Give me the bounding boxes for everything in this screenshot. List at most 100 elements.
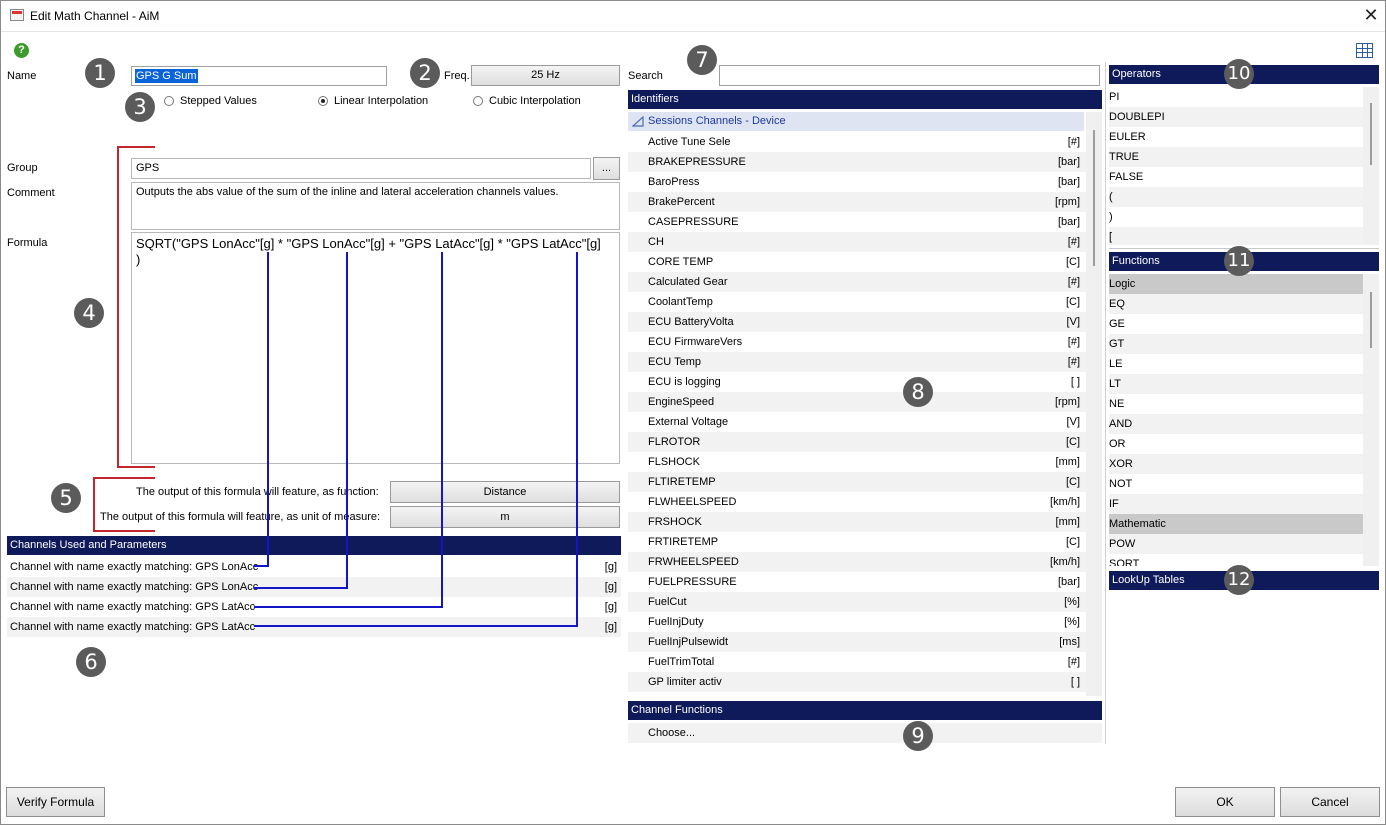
identifier-name: BRAKEPRESSURE bbox=[648, 156, 746, 168]
function-item[interactable]: EQ bbox=[1109, 294, 1363, 314]
function-item[interactable]: XOR bbox=[1109, 454, 1363, 474]
identifier-unit: [mm] bbox=[1055, 456, 1080, 468]
identifier-row[interactable]: ECU is logging [ ] bbox=[628, 372, 1086, 392]
function-item[interactable]: GT bbox=[1109, 334, 1363, 354]
identifier-row[interactable]: FuelInjDuty [%] bbox=[628, 612, 1086, 632]
identifiers-scrollbar[interactable] bbox=[1086, 112, 1102, 696]
operator-item[interactable]: TRUE bbox=[1109, 147, 1363, 167]
identifier-row[interactable]: ECU FirmwareVers [#] bbox=[628, 332, 1086, 352]
verify-formula-button[interactable]: Verify Formula bbox=[6, 787, 105, 817]
identifier-row[interactable]: FRTIRETEMP [C] bbox=[628, 532, 1086, 552]
identifiers-group-label: Sessions Channels - Device bbox=[648, 115, 786, 127]
identifier-row[interactable]: ECU BatteryVolta [V] bbox=[628, 312, 1086, 332]
channel-functions-choose[interactable]: Choose... bbox=[628, 723, 1102, 743]
identifier-row[interactable]: FLROTOR [C] bbox=[628, 432, 1086, 452]
identifier-row[interactable]: FLTIRETEMP [C] bbox=[628, 472, 1086, 492]
operator-item[interactable]: PI bbox=[1109, 87, 1363, 107]
identifier-unit: [C] bbox=[1065, 476, 1080, 488]
identifier-name: External Voltage bbox=[648, 416, 729, 428]
identifier-unit: [#] bbox=[1067, 236, 1080, 248]
identifier-unit: [C] bbox=[1065, 436, 1080, 448]
identifier-row[interactable]: FRWHEELSPEED [km/h] bbox=[628, 552, 1086, 572]
function-item[interactable]: LT bbox=[1109, 374, 1363, 394]
identifier-unit: [bar] bbox=[1057, 576, 1080, 588]
identifier-row[interactable]: BaroPress [bar] bbox=[628, 172, 1086, 192]
search-input[interactable] bbox=[719, 65, 1100, 86]
identifier-row[interactable]: CASEPRESSURE [bar] bbox=[628, 212, 1086, 232]
identifier-row[interactable]: FuelInjPulsewidt [ms] bbox=[628, 632, 1086, 652]
identifier-name: BrakePercent bbox=[648, 196, 715, 208]
identifier-unit: [C] bbox=[1065, 256, 1080, 268]
operator-item[interactable]: EULER bbox=[1109, 127, 1363, 147]
identifier-row[interactable]: FuelCut [%] bbox=[628, 592, 1086, 612]
function-item[interactable]: AND bbox=[1109, 414, 1363, 434]
function-item[interactable]: LE bbox=[1109, 354, 1363, 374]
identifier-row[interactable]: EngineSpeed [rpm] bbox=[628, 392, 1086, 412]
function-category[interactable]: Mathematic bbox=[1109, 514, 1363, 534]
identifier-name: FuelInjPulsewidt bbox=[648, 636, 729, 648]
identifier-row[interactable]: ECU Temp [#] bbox=[628, 352, 1086, 372]
identifiers-group-row[interactable]: Sessions Channels - Device bbox=[628, 112, 1084, 131]
identifier-name: ECU FirmwareVers bbox=[648, 336, 743, 348]
identifiers-scroll-thumb[interactable] bbox=[1093, 130, 1095, 266]
identifiers-list[interactable]: Active Tune Sele [#] BRAKEPRESSURE [bar] Bar… bbox=[628, 132, 1086, 696]
identifier-row[interactable]: FuelTrimTotal [#] bbox=[628, 652, 1086, 672]
search-label: Search bbox=[628, 70, 663, 82]
operators-scrollbar[interactable] bbox=[1363, 87, 1379, 245]
function-item[interactable]: NE bbox=[1109, 394, 1363, 414]
identifier-name: ECU BatteryVolta bbox=[648, 316, 734, 328]
identifier-name: FUELPRESSURE bbox=[648, 576, 737, 588]
operators-list[interactable]: PI DOUBLEPI EULER TRUE FALSE()[ bbox=[1109, 87, 1363, 245]
function-item[interactable]: OR bbox=[1109, 434, 1363, 454]
identifier-row[interactable]: CH [#] bbox=[628, 232, 1086, 252]
identifier-name: CASEPRESSURE bbox=[648, 216, 739, 228]
operator-item[interactable]: [ bbox=[1109, 227, 1363, 245]
operator-item[interactable]: ( bbox=[1109, 187, 1363, 207]
ok-button[interactable]: OK bbox=[1175, 787, 1275, 817]
identifier-name: Active Tune Sele bbox=[648, 136, 731, 148]
function-item[interactable]: POW bbox=[1109, 534, 1363, 554]
function-item[interactable]: IF bbox=[1109, 494, 1363, 514]
connector-line bbox=[254, 252, 269, 567]
functions-scrollbar[interactable] bbox=[1363, 274, 1379, 566]
function-category[interactable]: Logic bbox=[1109, 274, 1363, 294]
identifier-unit: [#] bbox=[1067, 356, 1080, 368]
function-item[interactable]: GE bbox=[1109, 314, 1363, 334]
operators-scroll-thumb[interactable] bbox=[1370, 103, 1372, 165]
identifier-name: FLWHEELSPEED bbox=[648, 496, 737, 508]
identifier-row[interactable]: FLWHEELSPEED [km/h] bbox=[628, 492, 1086, 512]
identifier-row[interactable]: FRSHOCK [mm] bbox=[628, 512, 1086, 532]
collapse-triangle-icon[interactable] bbox=[632, 116, 644, 127]
identifier-row[interactable]: FLSHOCK [mm] bbox=[628, 452, 1086, 472]
identifier-name: BaroPress bbox=[648, 176, 700, 188]
functions-scroll-thumb[interactable] bbox=[1370, 292, 1372, 348]
callout-badge: 5 bbox=[51, 483, 81, 513]
identifier-unit: [#] bbox=[1067, 136, 1080, 148]
identifier-name: FuelInjDuty bbox=[648, 616, 704, 628]
identifier-row[interactable]: GP limiter activ [ ] bbox=[628, 672, 1086, 692]
identifier-row[interactable]: CoolantTemp [C] bbox=[628, 292, 1086, 312]
function-item[interactable]: NOT bbox=[1109, 474, 1363, 494]
identifier-row[interactable]: External Voltage [V] bbox=[628, 412, 1086, 432]
identifier-unit: [C] bbox=[1065, 536, 1080, 548]
channel-functions-header: Channel Functions bbox=[628, 701, 1102, 720]
identifier-name: CORE TEMP bbox=[648, 256, 714, 268]
functions-list[interactable]: Logic EQ GE GT LE LT NE AND OR XOR NOT IF Mathematic… bbox=[1109, 274, 1363, 566]
operator-item[interactable]: DOUBLEPI bbox=[1109, 107, 1363, 127]
identifier-name: CoolantTemp bbox=[648, 296, 713, 308]
identifier-row[interactable]: FUELPRESSURE [bar] bbox=[628, 572, 1086, 592]
identifier-unit: [ms] bbox=[1059, 636, 1080, 648]
identifier-row[interactable]: BrakePercent [rpm] bbox=[628, 192, 1086, 212]
identifier-name: FLROTOR bbox=[648, 436, 701, 448]
identifier-row[interactable]: Calculated Gear [#] bbox=[628, 272, 1086, 292]
operator-item[interactable]: FALSE bbox=[1109, 167, 1363, 187]
identifier-row[interactable]: Active Tune Sele [#] bbox=[628, 132, 1086, 152]
operator-item[interactable]: ) bbox=[1109, 207, 1363, 227]
identifier-row[interactable]: CORE TEMP [C] bbox=[628, 252, 1086, 272]
identifier-row[interactable]: BRAKEPRESSURE [bar] bbox=[628, 152, 1086, 172]
identifier-name: EngineSpeed bbox=[648, 396, 715, 408]
identifier-unit: [%] bbox=[1064, 616, 1080, 628]
cancel-button[interactable]: Cancel bbox=[1280, 787, 1380, 817]
callout-badge: 6 bbox=[76, 647, 106, 677]
identifier-unit: [mm] bbox=[1055, 516, 1080, 528]
